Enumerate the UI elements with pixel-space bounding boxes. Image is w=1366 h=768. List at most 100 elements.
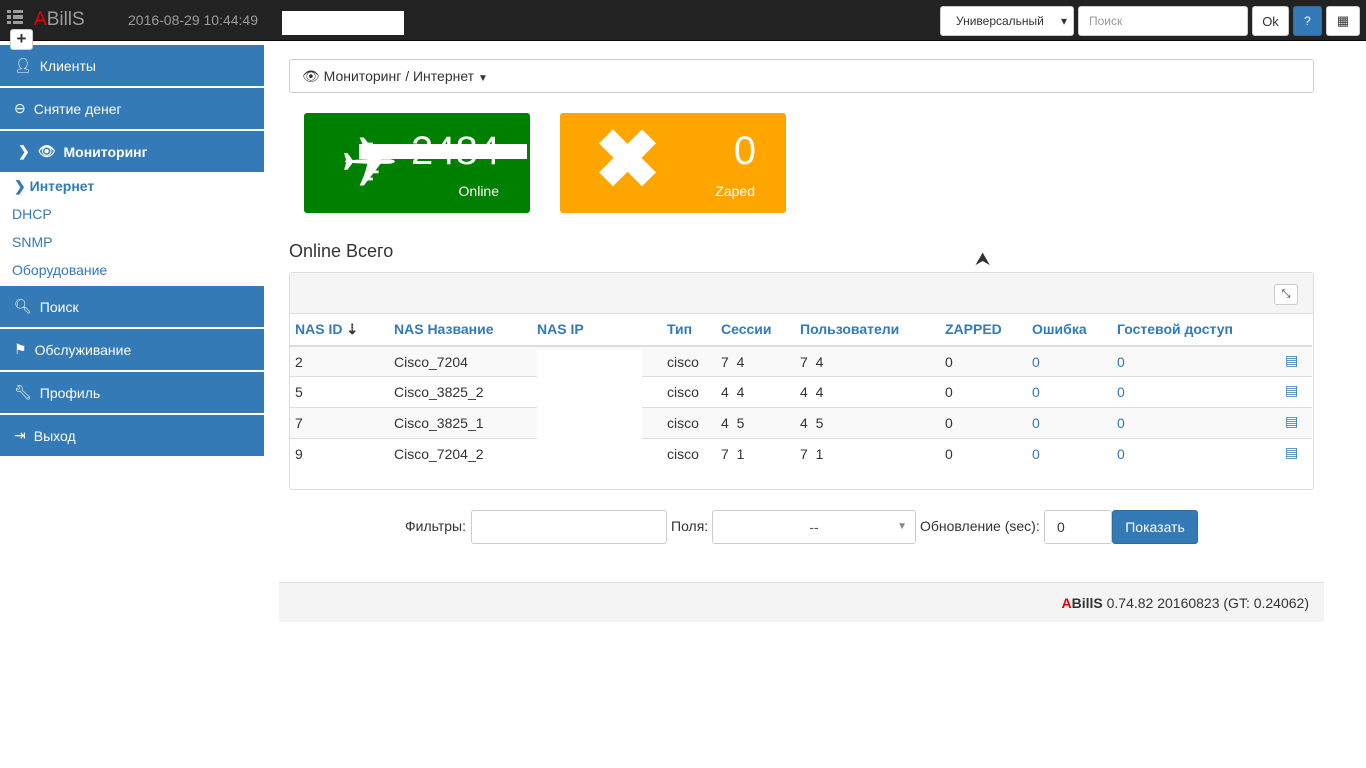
submenu-equipment[interactable]: Оборудование: [12, 262, 107, 278]
cell-users: 4 5: [800, 415, 824, 431]
col-users[interactable]: Пользователи: [800, 321, 899, 337]
sort-icon: ⇣: [346, 321, 359, 337]
cell-type: cisco: [667, 446, 699, 462]
caret-down-icon: ▾: [1060, 14, 1067, 28]
online-tile[interactable]: ✈︎ 2484 Online: [304, 113, 530, 213]
col-nas-ip[interactable]: NAS IP: [537, 321, 584, 337]
sidebar-item-label: Поиск: [39, 298, 79, 315]
sidebar-item-label: Обслуживание: [34, 341, 132, 358]
col-nas-id[interactable]: NAS ID ⇣: [295, 321, 358, 338]
minus-circle-icon: ⊖: [14, 100, 26, 116]
filter-input[interactable]: [471, 510, 667, 544]
sidebar-item-maintenance[interactable]: ⚑ Обслуживание: [0, 329, 264, 370]
flag-icon: ⚑: [14, 341, 27, 357]
table-row: 5 Cisco_3825_2 cisco 4 4 4 4 0 0 0 ▤: [290, 376, 1312, 407]
cell-name: Cisco_7204: [394, 354, 468, 370]
collapse-button[interactable]: ⤡: [1274, 284, 1298, 305]
help-button[interactable]: ?: [1293, 6, 1322, 36]
cell-users: 4 4: [800, 384, 824, 400]
cell-sessions: 4 4: [721, 384, 745, 400]
redacted-ip: [537, 350, 642, 440]
fields-label: Поля:: [671, 518, 709, 534]
col-guest[interactable]: Гостевой доступ: [1117, 321, 1233, 337]
qr-code-button[interactable]: ▦: [1326, 6, 1360, 36]
cell-type: cisco: [667, 415, 699, 431]
datetime: 2016-08-29 10:44:49: [128, 12, 258, 28]
sidebar-item-label: Выход: [33, 427, 76, 444]
caret-down-icon: ▼: [477, 73, 488, 84]
zaped-label: Zaped: [715, 183, 755, 199]
submenu-internet[interactable]: ❯ Интернет: [14, 178, 94, 195]
search-icon: 🔍︎: [14, 298, 32, 314]
sidebar-item-monitoring[interactable]: ❯ 👁︎ Мониторинг: [0, 131, 264, 172]
search-input[interactable]: Поиск: [1078, 6, 1248, 36]
fields-select[interactable]: -- ▼: [712, 510, 916, 544]
menu-toggle-icon[interactable]: [7, 10, 23, 24]
sidebar-item-clients[interactable]: 👤︎ Клиенты: [0, 45, 264, 86]
col-type[interactable]: Тип: [667, 321, 692, 337]
cell-id: 7: [295, 415, 303, 431]
user-icon: 👤︎: [14, 57, 32, 73]
breadcrumb-text: Мониторинг / Интернет: [323, 68, 475, 84]
cell-guest[interactable]: 0: [1117, 446, 1125, 462]
cell-guest[interactable]: 0: [1117, 415, 1125, 431]
zaped-tile[interactable]: ✖ 0 Zaped: [560, 113, 786, 213]
cell-error[interactable]: 0: [1032, 415, 1040, 431]
cell-guest[interactable]: 0: [1117, 354, 1125, 370]
caret-down-icon: ▼: [897, 521, 907, 532]
eye-icon: 👁︎: [37, 143, 56, 159]
zaped-count: 0: [733, 129, 756, 173]
cell-error[interactable]: 0: [1032, 446, 1040, 462]
sidebar-item-search[interactable]: 🔍︎ Поиск: [0, 286, 264, 327]
close-icon: ✖: [594, 115, 662, 204]
details-icon[interactable]: ▤: [1285, 444, 1298, 461]
cell-error[interactable]: 0: [1032, 354, 1040, 370]
sidebar-item-logout[interactable]: ⇥ Выход: [0, 415, 264, 456]
cell-guest[interactable]: 0: [1117, 384, 1125, 400]
logout-icon: ⇥: [14, 427, 26, 443]
cell-id: 5: [295, 384, 303, 400]
redacted-box: [282, 11, 404, 35]
col-error[interactable]: Ошибка: [1032, 321, 1087, 337]
sidebar-item-profile[interactable]: 🔧︎ Профиль: [0, 372, 264, 413]
show-button[interactable]: Показать: [1112, 510, 1198, 544]
table-row: 2 Cisco_7204 cisco 7 4 7 4 0 0 0 ▤: [290, 345, 1312, 376]
refresh-input[interactable]: 0: [1044, 510, 1112, 544]
plane-icon: ✈︎: [340, 124, 399, 202]
qr-code-icon: ▦: [1336, 13, 1350, 28]
cell-error[interactable]: 0: [1032, 384, 1040, 400]
submenu-snmp[interactable]: SNMP: [12, 234, 52, 250]
breadcrumb[interactable]: 👁︎ Мониторинг / Интернет ▼: [289, 59, 1314, 93]
sidebar-item-label: Клиенты: [39, 57, 96, 74]
cell-type: cisco: [667, 354, 699, 370]
ok-button[interactable]: Ok: [1252, 6, 1289, 36]
mouse-cursor: ⮝: [975, 249, 991, 269]
cell-sessions: 7 4: [721, 354, 745, 370]
sidebar-item-payments[interactable]: ⊖ Снятие денег: [0, 88, 264, 129]
cell-zapped: 0: [945, 446, 953, 462]
details-icon[interactable]: ▤: [1285, 413, 1298, 430]
col-nas-name[interactable]: NAS Название: [394, 321, 494, 337]
cell-users: 7 4: [800, 354, 824, 370]
sidebar-item-label: Снятие денег: [33, 100, 122, 117]
sidebar-item-label: Профиль: [39, 384, 101, 401]
cell-zapped: 0: [945, 415, 953, 431]
chevron-right-icon: ❯: [18, 143, 30, 159]
filter-label: Фильтры:: [405, 518, 466, 534]
online-label: Online: [458, 183, 499, 199]
details-icon[interactable]: ▤: [1285, 382, 1298, 399]
col-zapped[interactable]: ZAPPED: [945, 321, 1002, 337]
top-navbar: ABillS 2016-08-29 10:44:49 Универсальный…: [0, 0, 1366, 41]
cell-name: Cisco_7204_2: [394, 446, 484, 462]
search-type-select[interactable]: Универсальный ▾: [940, 6, 1074, 36]
details-icon[interactable]: ▤: [1285, 352, 1298, 369]
submenu-dhcp[interactable]: DHCP: [12, 206, 52, 222]
logo[interactable]: ABillS: [34, 9, 85, 31]
refresh-label: Обновление (sec):: [920, 518, 1040, 534]
col-sessions[interactable]: Сессии: [721, 321, 772, 337]
sidebar-item-label: Мониторинг: [63, 143, 148, 160]
add-button[interactable]: +: [10, 29, 33, 50]
wrench-icon: 🔧︎: [14, 384, 32, 400]
cell-name: Cisco_3825_1: [394, 415, 484, 431]
table-title: Online Всего: [289, 241, 394, 261]
